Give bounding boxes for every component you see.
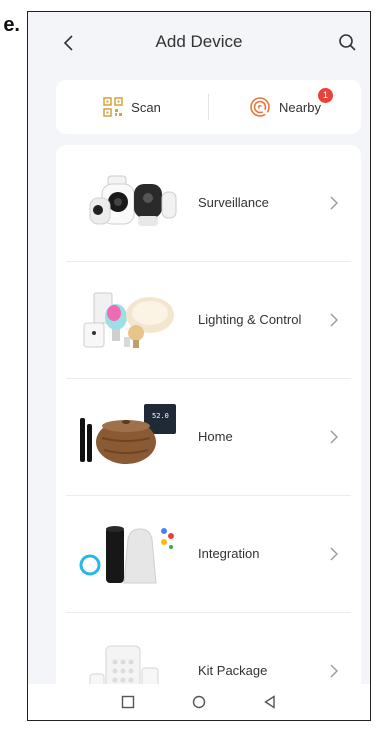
category-row-integration[interactable]: Integration [56,496,361,613]
square-icon[interactable] [120,694,136,710]
quick-actions-bar: Scan Nearby 1 [56,80,361,134]
svg-text:52.0: 52.0 [152,412,169,420]
nearby-badge: 1 [318,88,333,103]
header: Add Device [28,12,370,72]
scan-button[interactable]: Scan [56,97,208,117]
chevron-left-icon[interactable] [58,32,80,54]
category-list: Surveillance Lighting & Control 52.0 Hom… [56,145,361,685]
home-devices-image: 52.0 [80,404,176,464]
category-label: Home [198,429,233,444]
chevron-right-icon [330,547,338,561]
chevron-right-icon [330,313,338,327]
scan-label: Scan [131,99,161,115]
edge-letter: e. [3,14,20,36]
category-row-kit-package[interactable]: Kit Package [56,613,361,685]
category-row-home[interactable]: 52.0 Home [56,379,361,496]
page-title: Add Device [155,32,243,51]
category-row-surveillance[interactable]: Surveillance [56,145,361,262]
system-nav-bar [28,684,370,720]
kit-package-image [89,645,159,685]
category-label: Lighting & Control [198,312,302,327]
radar-icon [250,97,270,117]
chevron-right-icon [330,430,338,444]
nearby-button[interactable]: Nearby 1 [209,88,361,118]
smart-speakers-image [79,526,174,584]
category-label: Integration [198,546,260,561]
phone-frame: Add Device Scan Nearby 1 Surveillance Li… [27,11,371,721]
chevron-right-icon [330,664,338,678]
circle-icon[interactable] [191,694,207,710]
nearby-label: Nearby [279,99,321,115]
lighting-devices-image [83,292,174,348]
category-row-lighting-control[interactable]: Lighting & Control [56,262,361,379]
chevron-right-icon [330,196,338,210]
search-icon[interactable] [336,31,358,53]
surveillance-cameras-image [89,175,177,226]
qr-scan-icon [103,97,123,117]
triangle-back-icon[interactable] [262,694,278,710]
category-label: Kit Package [198,663,268,678]
category-label: Surveillance [198,195,269,210]
